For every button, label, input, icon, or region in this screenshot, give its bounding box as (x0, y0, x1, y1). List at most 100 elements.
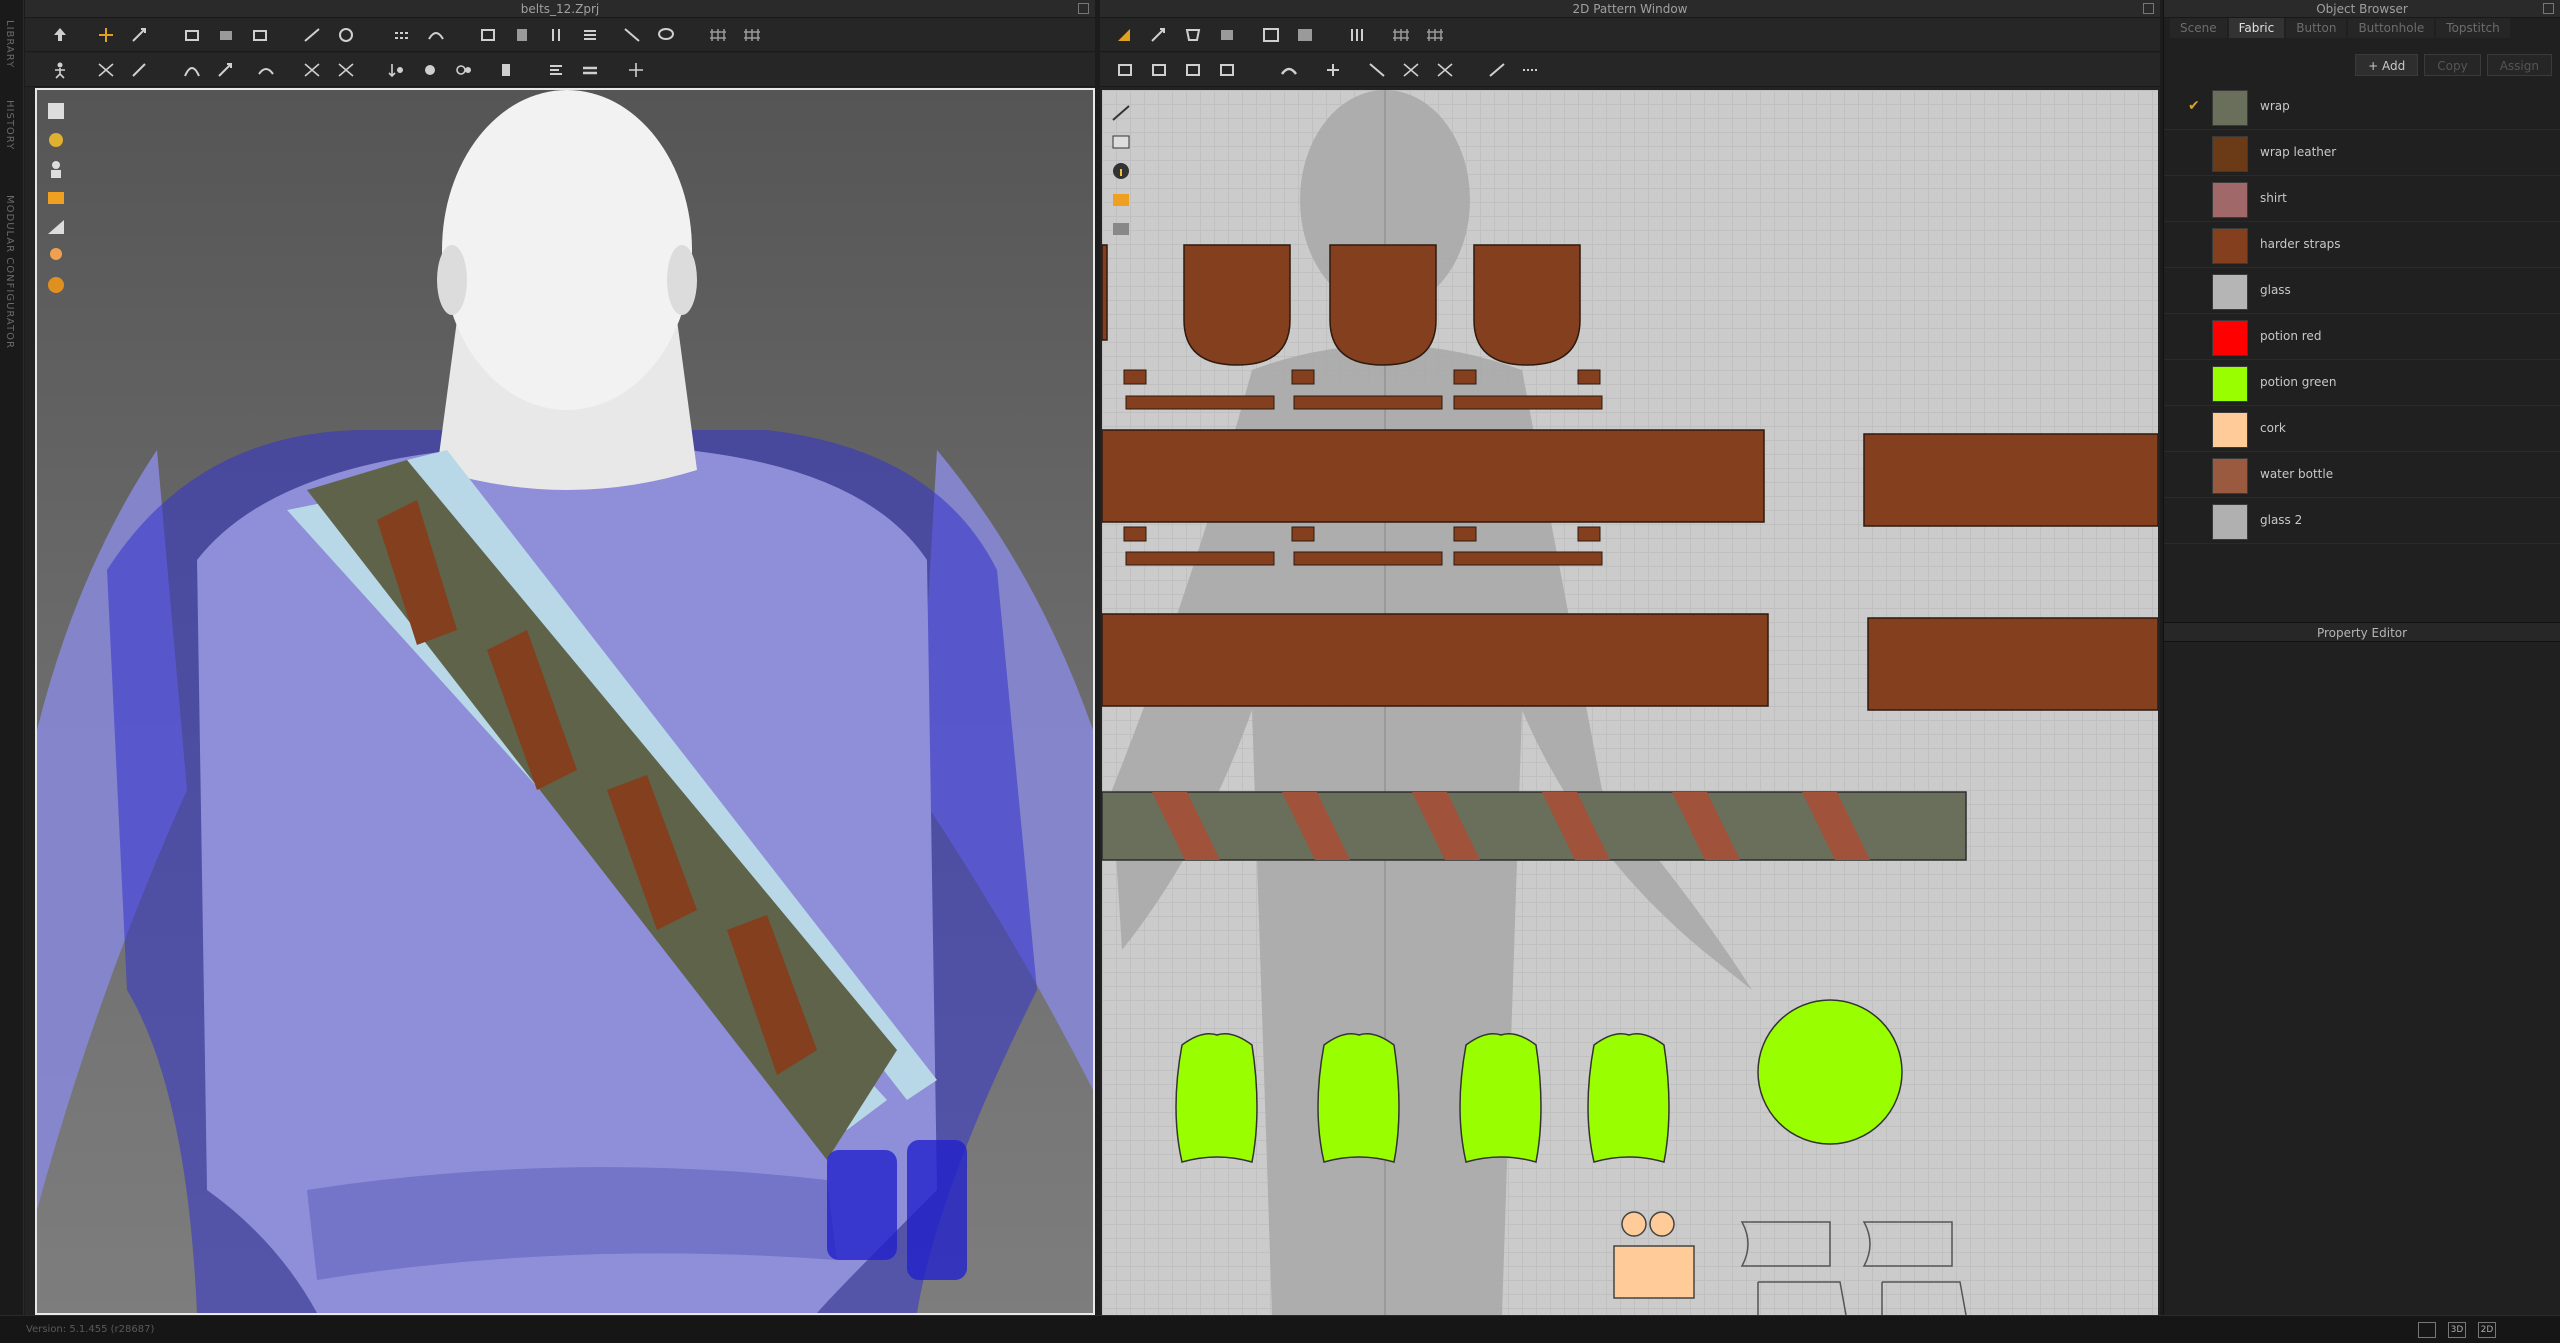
shaded-view-icon[interactable] (45, 216, 67, 238)
tab-buttonhole[interactable]: Buttonhole (2348, 18, 2435, 38)
tab-topstitch[interactable]: Topstitch (2436, 18, 2510, 38)
layer-icon[interactable] (579, 60, 601, 80)
free-sewing-icon[interactable] (1322, 60, 1344, 80)
grid-2d-snap-icon[interactable] (1424, 25, 1446, 45)
fabric-swatch[interactable] (2212, 90, 2248, 126)
library-tab[interactable]: LIBRARY (4, 20, 15, 68)
fold-arrangement-icon[interactable] (181, 25, 203, 45)
select-mesh-icon[interactable] (129, 25, 151, 45)
fabric-list-item[interactable]: cork (2164, 406, 2560, 452)
fabric-arrange-icon[interactable] (335, 60, 357, 80)
assign-fabric-button[interactable]: Assign (2486, 54, 2552, 76)
pattern-display-icon[interactable] (1110, 102, 1132, 124)
maximize-icon[interactable] (2543, 3, 2554, 14)
sewing-icon[interactable] (391, 25, 413, 45)
avatar-2d-icon[interactable] (1110, 218, 1132, 240)
fabric-list-item[interactable]: harder straps (2164, 222, 2560, 268)
measure-2d-icon[interactable] (1486, 60, 1508, 80)
transform-pattern-icon[interactable] (1114, 25, 1136, 45)
2d-pattern-viewport[interactable] (1102, 90, 2158, 1315)
rectangle-icon[interactable] (1216, 25, 1238, 45)
fabric-list-item[interactable]: wrap leather (2164, 130, 2560, 176)
pattern-grid-icon[interactable] (1110, 131, 1132, 153)
dart-icon[interactable] (1294, 25, 1316, 45)
fabric-swatch[interactable] (2212, 458, 2248, 494)
edit-pattern-icon[interactable] (129, 60, 151, 80)
grid-2d-icon[interactable] (1390, 25, 1412, 45)
fabric-swatch[interactable] (2212, 504, 2248, 540)
fabric-list-item[interactable]: potion red (2164, 314, 2560, 360)
edit-points-icon[interactable] (1148, 25, 1170, 45)
fabric-list-item[interactable]: glass 2 (2164, 498, 2560, 544)
display-avatar-icon[interactable] (45, 100, 67, 122)
avatar-silhouette-icon[interactable] (45, 158, 67, 180)
fabric-swatch[interactable] (2212, 412, 2248, 448)
add-point-icon[interactable] (215, 60, 237, 80)
fabric-list-item[interactable]: water bottle (2164, 452, 2560, 498)
fabric-list-item[interactable]: shirt (2164, 176, 2560, 222)
maximize-icon[interactable] (1078, 3, 1089, 14)
tab-scene[interactable]: Scene (2170, 18, 2227, 38)
tack-icon[interactable] (249, 25, 271, 45)
texture-view-icon[interactable] (45, 187, 67, 209)
polygon-icon[interactable] (1182, 25, 1204, 45)
fabric-swatch[interactable] (2212, 228, 2248, 264)
fabric-swatch[interactable] (2212, 366, 2248, 402)
view-3d-button[interactable]: 3D (2448, 1322, 2466, 1338)
measure-icon[interactable] (301, 25, 323, 45)
align-icon[interactable] (545, 60, 567, 80)
gizmo-icon[interactable] (95, 25, 117, 45)
copy-fabric-button[interactable]: Copy (2424, 54, 2481, 76)
3d-viewport[interactable] (35, 88, 1095, 1315)
sew-2d-icon[interactable] (1278, 60, 1300, 80)
trace-icon[interactable] (1114, 60, 1136, 80)
maximize-icon[interactable] (2143, 3, 2154, 14)
button-icon[interactable] (511, 25, 533, 45)
select-move-icon[interactable] (49, 25, 71, 45)
tab-fabric[interactable]: Fabric (2228, 18, 2285, 38)
expand-icon[interactable] (625, 60, 647, 80)
tape-icon[interactable] (477, 25, 499, 45)
topstitch-icon[interactable] (579, 25, 601, 45)
graphic-transform-icon[interactable] (1434, 60, 1456, 80)
fabric-list-item[interactable]: ✔ wrap (2164, 84, 2560, 130)
fabric-list-item[interactable]: glass (2164, 268, 2560, 314)
avatar-pose-icon[interactable] (49, 60, 71, 80)
zipper-icon[interactable] (545, 25, 567, 45)
fabric-swatch[interactable] (2212, 136, 2248, 172)
smooth-icon[interactable] (255, 60, 277, 80)
fabric-swatch[interactable] (2212, 182, 2248, 218)
segment-sewing-icon[interactable] (425, 25, 447, 45)
simulation-icon[interactable] (495, 60, 517, 80)
lasso-icon[interactable] (655, 25, 677, 45)
grid-toggle-icon[interactable] (707, 25, 729, 45)
curve-point-icon[interactable] (1182, 60, 1204, 80)
fabric-swatch[interactable] (2212, 274, 2248, 310)
offset-icon[interactable] (1148, 60, 1170, 80)
fabric-list-item[interactable]: potion green (2164, 360, 2560, 406)
ruler-icon[interactable] (1520, 60, 1542, 80)
trim-icon[interactable] (621, 25, 643, 45)
edit-curvature-icon[interactable] (181, 60, 203, 80)
fabric-swatch[interactable] (2212, 320, 2248, 356)
brush-icon[interactable] (335, 25, 357, 45)
grid-snap-icon[interactable] (741, 25, 763, 45)
display-garment-icon[interactable] (45, 129, 67, 151)
fabric-icon[interactable] (301, 60, 323, 80)
tab-button[interactable]: Button (2286, 18, 2347, 38)
record-icon[interactable] (419, 60, 441, 80)
strengthen-icon[interactable] (385, 60, 407, 80)
avatar-skin-icon[interactable] (45, 245, 67, 267)
globe-icon[interactable] (45, 274, 67, 296)
modular-configurator-tab[interactable]: MODULAR CONFIGURATOR (4, 195, 15, 349)
transform-pattern-icon[interactable] (95, 60, 117, 80)
graphic-icon[interactable] (1400, 60, 1422, 80)
internal-shape-icon[interactable] (1260, 25, 1282, 45)
info-icon[interactable] (1110, 160, 1132, 182)
segment-icon[interactable] (1346, 25, 1368, 45)
view-2d-button[interactable]: 2D (2478, 1322, 2496, 1338)
camera-icon[interactable] (453, 60, 475, 80)
history-tab[interactable]: HISTORY (4, 100, 15, 150)
add-fabric-button[interactable]: + Add (2355, 54, 2419, 76)
pin-icon[interactable] (215, 25, 237, 45)
